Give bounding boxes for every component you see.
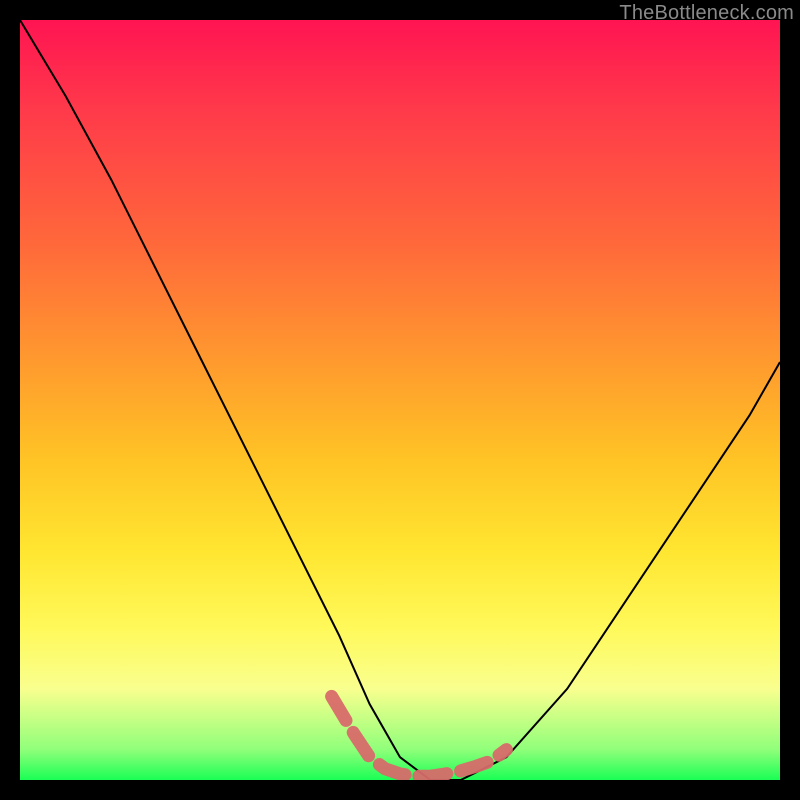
bottleneck-curve: [20, 20, 780, 780]
watermark-text: TheBottleneck.com: [619, 2, 794, 25]
chart-svg: [20, 20, 780, 780]
plot-area: [20, 20, 780, 780]
chart-frame: TheBottleneck.com: [0, 0, 800, 800]
curve-layer: [20, 20, 780, 780]
sweet-spot-highlight: [332, 696, 507, 776]
